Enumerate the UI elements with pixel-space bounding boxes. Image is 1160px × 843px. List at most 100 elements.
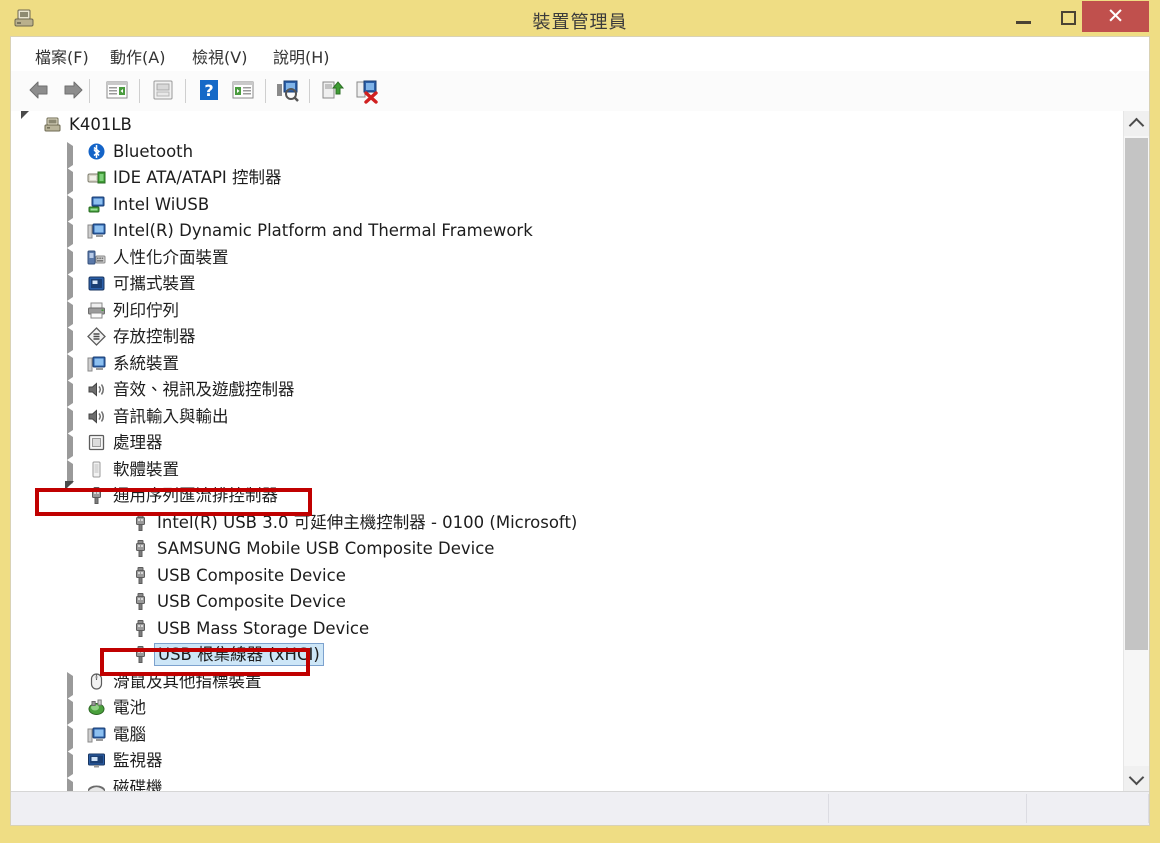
triangle-icon [21,111,30,138]
tree-item[interactable]: 人性化介面裝置 [11,244,1121,275]
tree-item[interactable]: IDE ATA/ATAPI 控制器 [11,164,1121,195]
speaker-icon [87,407,106,426]
tree-item[interactable]: Intel(R) Dynamic Platform and Thermal Fr… [11,217,1121,248]
network-device-icon [87,195,106,214]
expander-expand-icon[interactable] [65,777,77,791]
menu-item-3[interactable]: 說明(H) [271,44,332,68]
scroll-down-button[interactable] [1124,766,1149,791]
toolbar-separator [265,79,266,103]
expander-expand-icon[interactable] [65,724,77,752]
tree-item-label: SAMSUNG Mobile USB Composite Device [157,539,495,558]
disk-drive-icon [87,778,106,791]
bluetooth-icon [87,142,106,161]
tree-item[interactable]: 可攜式裝置 [11,270,1121,301]
menu-item-0[interactable]: 檔案(F) [33,44,91,68]
tree-item[interactable]: 音訊輸入與輸出 [11,403,1121,434]
storage-controller-icon [87,327,106,346]
tree-item-label: USB Composite Device [157,565,346,585]
printer-icon [87,301,106,320]
device-manager-window: 裝置管理員 ✕ 檔案(F) 動作(A) 檢視(V) 說明(H) ? K401LB Blu… [0,0,1160,843]
usb-icon [131,645,150,664]
tree-item-label: 監視器 [113,751,163,770]
tree-item[interactable]: 處理器 [11,429,1121,460]
expander-expand-icon[interactable] [65,751,77,778]
expander-expand-icon[interactable] [65,671,77,699]
tree-item[interactable]: K401LB [11,111,1121,138]
uninstall-device-icon[interactable] [353,76,383,106]
expander-expand-icon[interactable] [65,433,77,460]
expander-expand-icon[interactable] [65,406,77,434]
expander-expand-icon[interactable] [65,274,77,301]
expander-expand-icon[interactable] [65,300,77,328]
tree-item[interactable]: 滑鼠及其他指標裝置 [11,668,1121,699]
tree-item-label: 電腦 [113,724,146,744]
menu-item-2[interactable]: 檢視(V) [190,44,249,68]
expander-collapse-icon[interactable] [21,111,33,138]
tree-item[interactable]: USB 根集線器 (xHCI) [11,641,1121,668]
tree-item[interactable]: Bluetooth [11,138,1121,169]
tree-item[interactable]: 電腦 [11,721,1121,752]
minimize-button[interactable] [1000,0,1046,36]
forward-arrow-icon[interactable] [59,76,89,106]
help-icon[interactable]: ? [195,76,225,106]
tree-item[interactable]: USB Composite Device [11,562,1121,589]
tree-item[interactable]: 音效、視訊及遊戲控制器 [11,376,1121,407]
toolbar-separator [185,79,186,103]
tool-bar: ? [11,71,1149,112]
status-bar [11,791,1149,825]
expander-expand-icon[interactable] [65,459,77,487]
tree-item[interactable]: 監視器 [11,747,1121,778]
tree-item[interactable]: 列印佇列 [11,297,1121,328]
tree-item-label: 滑鼠及其他指標裝置 [113,671,262,691]
tree-item[interactable]: 軟體裝置 [11,456,1121,487]
tree-item[interactable]: Intel WiUSB [11,191,1121,222]
expander-expand-icon[interactable] [65,698,77,725]
minimize-icon [1015,20,1031,24]
vertical-scrollbar[interactable] [1123,111,1149,791]
monitor-icon [87,751,106,770]
tree-item[interactable]: 磁碟機 [11,774,1121,792]
tree-item[interactable]: Intel(R) USB 3.0 可延伸主機控制器 - 0100 (Micros… [11,509,1121,536]
tree-item-label: IDE ATA/ATAPI 控制器 [113,168,282,187]
close-button[interactable]: ✕ [1082,1,1149,32]
triangle-icon [65,481,74,509]
menu-item-1[interactable]: 動作(A) [108,44,167,68]
show-hide-console-tree-icon[interactable] [103,76,133,106]
back-arrow-icon[interactable] [25,76,55,106]
usb-icon [131,513,150,532]
portable-device-icon [87,274,106,293]
expander-expand-icon[interactable] [65,353,77,381]
expander-expand-icon[interactable] [65,168,77,195]
device-tree-pane[interactable]: K401LB Bluetooth IDE ATA/ATAPI 控制器 Intel Wi… [11,111,1149,791]
properties-icon[interactable] [149,76,179,106]
tree-item[interactable]: SAMSUNG Mobile USB Composite Device [11,535,1121,562]
hid-icon [87,248,106,267]
expander-expand-icon[interactable] [65,221,77,248]
tree-item-label: 可攜式裝置 [113,274,196,293]
tree-item[interactable]: 電池 [11,694,1121,725]
expander-expand-icon[interactable] [65,380,77,407]
expander-collapse-icon[interactable] [65,481,77,509]
scan-for-hardware-changes-icon[interactable] [273,76,303,106]
scroll-up-button[interactable] [1124,111,1149,136]
scrollbar-thumb[interactable] [1125,138,1148,650]
chevron-down-icon [1128,769,1145,785]
tree-item[interactable]: USB Mass Storage Device [11,615,1121,642]
expander-expand-icon[interactable] [65,141,77,169]
expander-expand-icon[interactable] [65,327,77,354]
system-device-icon [87,221,106,240]
show-hide-action-pane-icon[interactable] [229,76,259,106]
tree-item-label: 磁碟機 [113,777,163,792]
expander-expand-icon[interactable] [65,194,77,222]
tree-item-label: 通用序列匯流排控制器 [113,486,278,505]
close-icon: ✕ [1106,4,1125,28]
expander-expand-icon[interactable] [65,247,77,275]
tree-item[interactable]: USB Composite Device [11,588,1121,615]
tree-item[interactable]: 存放控制器 [11,323,1121,354]
tree-item[interactable]: 通用序列匯流排控制器 [11,481,1121,509]
tree-item[interactable]: 系統裝置 [11,350,1121,381]
tree-item-label: USB 根集線器 (xHCI) [154,643,324,666]
tree-item-label: Intel(R) USB 3.0 可延伸主機控制器 - 0100 (Micros… [157,512,578,532]
tree-item-label: 音訊輸入與輸出 [113,406,229,426]
update-driver-icon[interactable] [319,76,349,106]
